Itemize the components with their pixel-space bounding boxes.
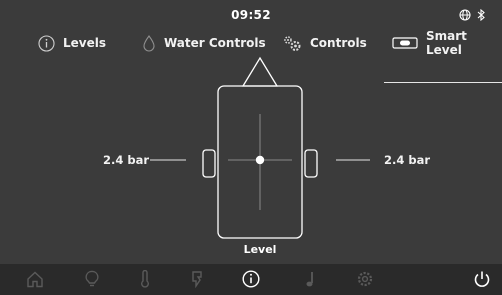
left-pressure-reading: 2.4 bar (103, 153, 150, 167)
nav-settings[interactable] (354, 268, 376, 290)
left-wheel (202, 149, 216, 178)
music-note-icon (304, 270, 316, 288)
nav-power-supply[interactable] (186, 268, 208, 290)
front-indicator-triangle (241, 56, 279, 87)
power-icon (473, 270, 491, 288)
nav-home[interactable] (24, 268, 46, 290)
nav-info[interactable] (240, 268, 262, 290)
home-icon (26, 270, 44, 288)
nav-lights[interactable] (81, 268, 103, 290)
nav-temperature[interactable] (134, 268, 156, 290)
level-caption: Level (243, 243, 277, 256)
power-plug-icon (190, 270, 204, 288)
info-icon (242, 270, 260, 288)
bottom-nav (0, 264, 502, 295)
level-stage: 2.4 bar 2.4 bar Level (14, 0, 488, 295)
nav-power[interactable] (471, 268, 493, 290)
level-bubble (255, 155, 265, 165)
bulb-icon (84, 270, 100, 288)
screen: 09:52 Levels Water Controls Controls Sma… (14, 0, 502, 295)
right-wheel (304, 149, 318, 178)
nav-audio[interactable] (299, 268, 321, 290)
right-pressure-reading: 2.4 bar (384, 153, 431, 167)
settings-icon (356, 270, 374, 288)
thermometer-icon (139, 270, 151, 288)
